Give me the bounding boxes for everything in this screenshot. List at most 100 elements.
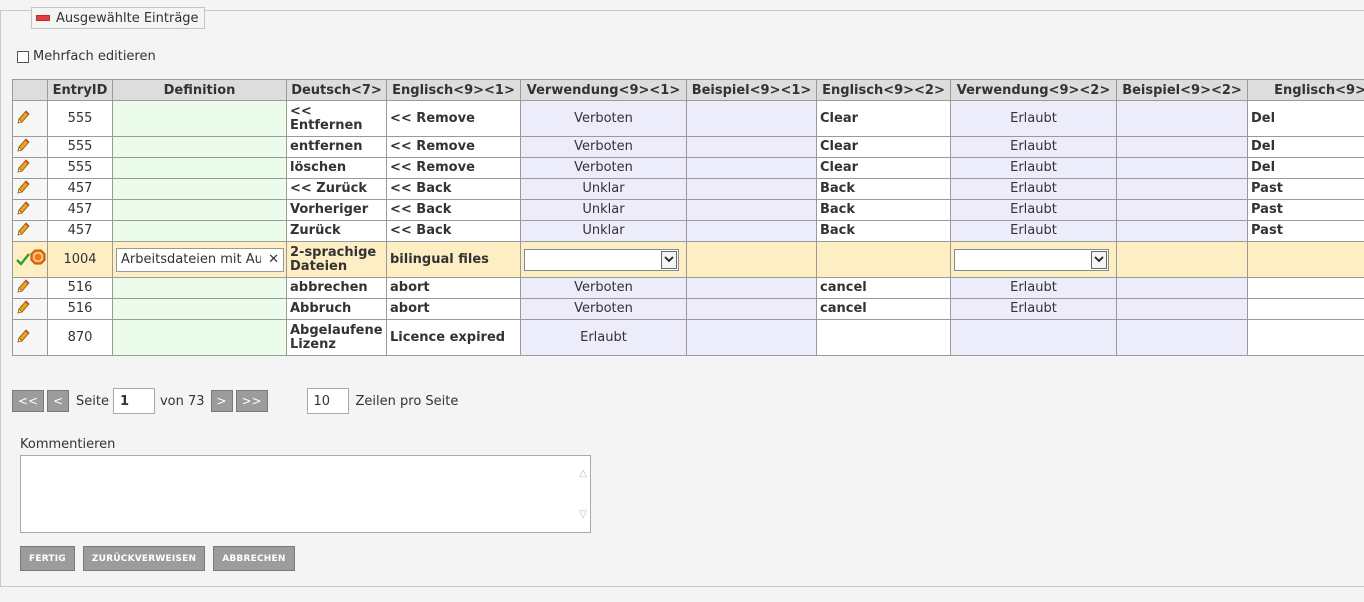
pencil-icon[interactable] [16,279,30,298]
cell-definition [112,157,287,179]
pencil-icon[interactable] [16,328,30,348]
header-verwendung-1[interactable]: Verwendung<9><1> [520,79,687,101]
table-row[interactable]: 457 << Zurück << Back Unklar Back Erlaubt Past [12,178,1364,200]
cell-englisch-2: Back [816,220,951,242]
cell-englisch-2: Clear [816,157,951,179]
cell-englisch-3: Del [1247,157,1364,179]
cell-englisch-2 [816,319,951,356]
scroll-down-icon[interactable]: ▽ [579,509,587,520]
table-row[interactable]: 516 Abbruch abort Verboten cancel Erlaubt [12,298,1364,320]
header-beispiel-1[interactable]: Beispiel<9><1> [686,79,817,101]
cell-verwendung-2: Erlaubt [950,100,1117,137]
comment-textarea[interactable]: △ ▽ [20,455,591,533]
cell-englisch-3: Del [1247,136,1364,158]
header-entryid[interactable]: EntryID [47,79,113,101]
table-row[interactable]: 870 Abgelaufene Lizenz Licence expired Erla… [12,319,1364,356]
cell-englisch-1: Licence expired [386,319,521,356]
scroll-up-icon[interactable]: △ [579,468,587,479]
header-beispiel-2[interactable]: Beispiel<9><2> [1116,79,1248,101]
multi-edit-checkbox[interactable] [17,50,29,63]
pencil-icon[interactable] [16,201,30,220]
verwendung-2-select[interactable] [954,248,1109,271]
cell-englisch-2: cancel [816,298,951,320]
first-page-button[interactable]: << [12,390,44,412]
cell-verwendung-2: Erlaubt [950,220,1117,242]
entries-table: EntryID Definition Deutsch<7> Englisch<9… [12,79,1364,356]
cell-beispiel-1 [686,220,817,242]
cell-beispiel-1 [686,298,817,320]
row-actions [12,319,48,356]
row-actions [12,298,48,320]
cell-beispiel-1 [686,157,817,179]
cell-entryid: 1004 [47,241,113,278]
collapse-minus-icon[interactable] [36,15,50,21]
page-count-label: von 73 [159,393,205,409]
cell-verwendung-2: Erlaubt [950,277,1117,299]
cell-verwendung-2 [950,319,1117,356]
page-label: Seite [76,393,109,409]
multi-edit-option[interactable]: Mehrfach editieren [17,49,156,64]
cell-englisch-1: << Back [386,178,521,200]
cell-deutsch: abbrechen [286,277,387,299]
cell-definition [112,298,287,320]
rows-per-page-input[interactable]: 10 [306,388,349,414]
fieldset-legend[interactable]: Ausgewählte Einträge [31,7,205,29]
row-actions [12,220,48,242]
cell-verwendung-1: Verboten [520,298,687,320]
prev-page-button[interactable]: < [47,390,69,412]
cell-beispiel-1 [686,199,817,221]
pagination: << < Seite 1 von 73 > >> 10 Zeilen pro S… [12,388,458,414]
header-verwendung-2[interactable]: Verwendung<9><2> [950,79,1117,101]
cell-verwendung-2: Erlaubt [950,178,1117,200]
chevron-down-icon[interactable] [661,250,677,269]
cancel-button[interactable]: ABBRECHEN [213,546,295,571]
cell-englisch-3 [1247,319,1364,356]
row-actions [12,136,48,158]
legend-label: Ausgewählte Einträge [56,10,199,26]
table-row[interactable]: 555 entfernen << Remove Verboten Clear Erlaub… [12,136,1364,158]
pencil-icon[interactable] [16,138,30,157]
return-button[interactable]: ZURÜCKVERWEISEN [82,546,206,571]
chevron-down-icon[interactable] [1091,250,1107,269]
table-row[interactable]: 1004 Arbeitsdateien mit Au ✕ 2-sprachige Da… [12,241,1364,278]
table-row[interactable]: 555 löschen << Remove Verboten Clear Erlaubt D… [12,157,1364,179]
cell-beispiel-2 [1116,178,1248,200]
last-page-button[interactable]: >> [235,390,268,412]
cell-englisch-1: << Remove [386,100,521,137]
pencil-icon[interactable] [16,180,30,199]
table-header-row: EntryID Definition Deutsch<7> Englisch<9… [12,79,1364,101]
next-page-button[interactable]: > [210,390,233,412]
rows-per-page-label: Zeilen pro Seite [355,393,459,409]
cell-englisch-2: cancel [816,277,951,299]
done-button[interactable]: FERTIG [20,546,75,571]
verwendung-1-select[interactable] [524,248,679,271]
cell-englisch-1: bilingual files [386,241,521,278]
pencil-icon[interactable] [16,159,30,178]
cell-definition [112,178,287,200]
table-row[interactable]: 457 Zurück << Back Unklar Back Erlaubt Past [12,220,1364,242]
pencil-icon[interactable] [16,109,30,129]
header-definition[interactable]: Definition [112,79,287,101]
cell-definition [112,277,287,299]
cell-beispiel-1 [686,136,817,158]
header-englisch-1[interactable]: Englisch<9><1> [386,79,521,101]
table-row[interactable]: 555 << Entfernen << Remove Verboten Clear Erl… [12,100,1364,137]
cell-beispiel-2 [1116,220,1248,242]
cell-verwendung-2: Erlaubt [950,199,1117,221]
table-row[interactable]: 457 Vorheriger << Back Unklar Back Erlaubt Pas… [12,199,1364,221]
pencil-icon[interactable] [16,300,30,319]
stop-octagon-icon[interactable] [30,249,46,269]
table-row[interactable]: 516 abbrechen abort Verboten cancel Erlaubt [12,277,1364,299]
cell-entryid: 457 [47,178,113,200]
cell-beispiel-2 [1116,100,1248,137]
page-input[interactable]: 1 [112,388,155,414]
checkmark-icon[interactable] [16,252,30,270]
header-englisch-2[interactable]: Englisch<9><2> [816,79,951,101]
definition-input[interactable]: Arbeitsdateien mit Au ✕ [116,247,284,272]
header-englisch-3[interactable]: Englisch<9><3 [1247,79,1364,101]
cell-definition [112,220,287,242]
pencil-icon[interactable] [16,222,30,241]
cell-beispiel-1 [686,241,817,278]
clear-x-icon[interactable]: ✕ [268,252,279,267]
header-deutsch[interactable]: Deutsch<7> [286,79,387,101]
